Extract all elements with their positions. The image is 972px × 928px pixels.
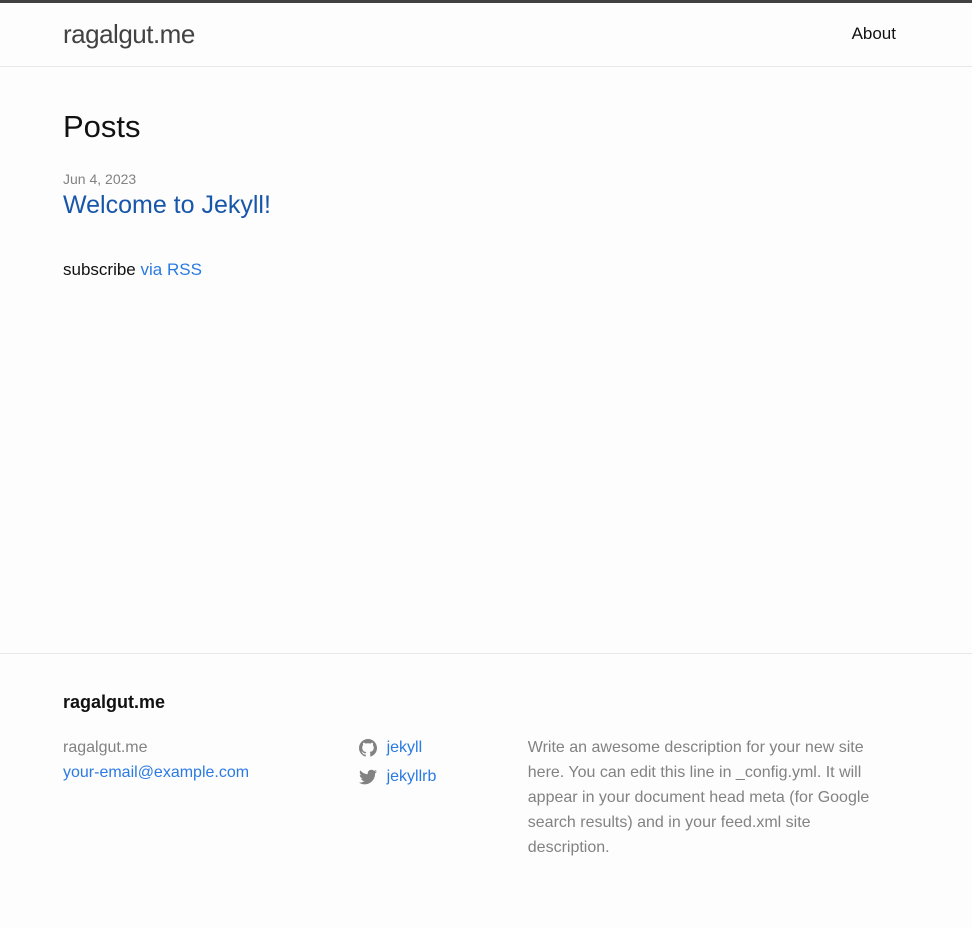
twitter-icon (358, 769, 377, 784)
github-link[interactable]: jekyll (358, 735, 528, 760)
site-header: ragalgut.me About (0, 0, 972, 67)
page-heading: Posts (63, 109, 141, 144)
footer-title: ragalgut.me (63, 692, 166, 712)
subscribe-text: subscribe (63, 260, 136, 279)
post-date: Jun 4, 2023 (63, 171, 137, 187)
site-description: Write an awesome description for your ne… (527, 739, 870, 856)
rss-subscribe: subscribe via RSS (63, 260, 896, 280)
github-username: jekyll (386, 739, 423, 756)
site-footer: ragalgut.me ragalgut.me your-email@examp… (0, 654, 972, 860)
main-content: Posts Jun 4, 2023 Welcome to Jekyll! sub… (0, 67, 972, 654)
footer-name: ragalgut.me (63, 739, 148, 756)
twitter-username: jekyllrb (386, 768, 437, 785)
post-link[interactable]: Welcome to Jekyll! (63, 191, 271, 220)
twitter-link[interactable]: jekyllrb (358, 764, 528, 789)
github-icon (358, 738, 377, 757)
site-title-link[interactable]: ragalgut.me (63, 19, 195, 50)
rss-link[interactable]: via RSS (141, 260, 202, 279)
footer-email-link[interactable]: your-email@example.com (63, 764, 249, 781)
nav-about-link[interactable]: About (852, 24, 896, 44)
